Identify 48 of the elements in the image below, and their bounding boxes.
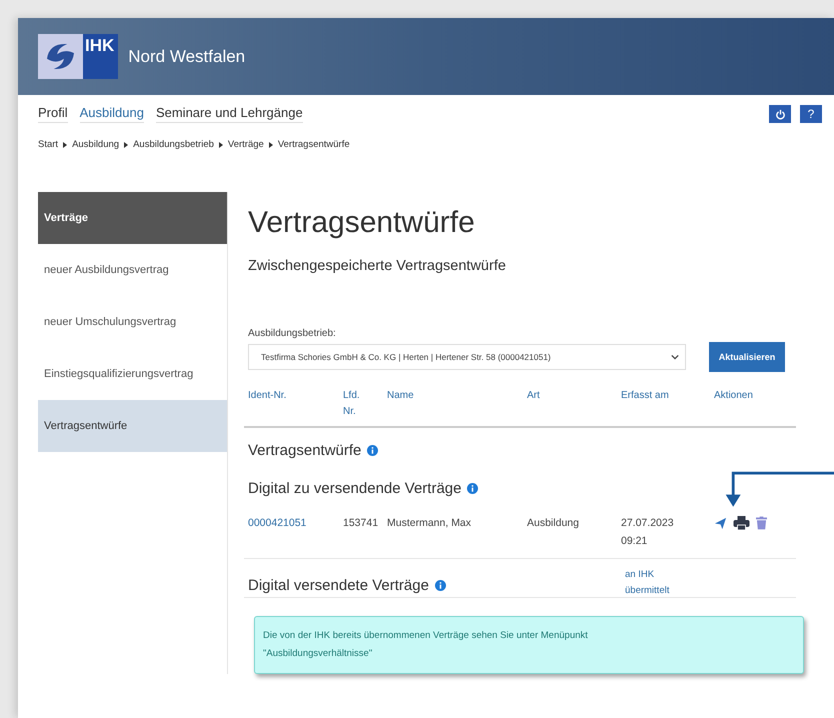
help-button[interactable]: ? xyxy=(800,105,822,123)
info-notice: Die von der IHK bereits übernommenen Verträge sehen Sie unter Menüpunkt "Ausbildungsverhältnisse" xyxy=(254,616,804,674)
info-icon[interactable] xyxy=(467,482,478,494)
ident-link[interactable]: 0000421051 xyxy=(248,514,343,532)
caret-icon xyxy=(218,142,223,148)
field-label: Ausbildungsbetrieb: xyxy=(248,328,337,339)
info-icon[interactable] xyxy=(367,444,378,456)
info-icon[interactable] xyxy=(434,580,446,590)
logo-text: IHK xyxy=(83,34,118,79)
column-header: Name xyxy=(387,389,415,403)
caret-icon xyxy=(268,142,273,148)
company-select[interactable]: Testfirma Schories GmbH & Co. KG | Herten | Hertener Str. 58 (0000421051) xyxy=(248,344,686,370)
breadcrumb-link[interactable]: Verträge xyxy=(228,139,264,150)
nav-tab[interactable]: Profil xyxy=(38,105,68,123)
swirl-logo-icon xyxy=(38,34,83,79)
column-header: Ident-Nr. xyxy=(248,389,288,403)
column-header: Art xyxy=(527,389,541,403)
column-header: Lfd. Nr. xyxy=(343,389,361,419)
section-title: Digital zu versendende Verträge xyxy=(248,480,462,496)
column-header: Erfasst am xyxy=(621,389,670,403)
section-title: Digital versendete Verträge xyxy=(248,576,429,594)
caret-icon xyxy=(124,142,128,148)
breadcrumb-link[interactable]: Ausbildungsbetrieb xyxy=(133,139,214,150)
trash-icon[interactable] xyxy=(756,516,767,530)
table-cell-text: 27.07.2023 09:21 xyxy=(621,516,675,549)
table-cell-text: 153741 xyxy=(343,516,380,531)
chevron-down-icon xyxy=(671,354,679,360)
breadcrumb-link[interactable]: Start xyxy=(38,139,58,150)
column-header: Aktionen xyxy=(714,389,754,403)
page-title: Vertragsentwürfe xyxy=(248,206,476,240)
sidebar-heading: Verträge xyxy=(38,192,227,244)
table-cell-text: Ausbildung xyxy=(527,516,580,531)
page-subtitle: Zwischengespeicherte Vertragsentwürfe xyxy=(248,258,507,274)
nav-tab[interactable]: Seminare und Lehrgänge xyxy=(156,105,303,123)
printer-icon[interactable] xyxy=(733,516,750,530)
nav-tab[interactable]: Ausbildung xyxy=(80,105,144,123)
sidebar-item[interactable]: Vertragsentwürfe xyxy=(38,400,227,452)
caret-icon xyxy=(63,142,68,148)
breadcrumb-link[interactable]: Vertragsentwürfe xyxy=(278,139,350,150)
breadcrumb-link[interactable]: Ausbildung xyxy=(72,139,120,150)
paper-plane-icon[interactable] xyxy=(714,516,727,530)
table-cell-text: Mustermann, Max xyxy=(387,516,472,531)
status-text: an IHK übermittelt xyxy=(625,568,670,598)
brand-title: Nord Westfalen xyxy=(128,46,246,66)
refresh-button[interactable]: Aktualisieren xyxy=(709,342,785,372)
section-title: Vertragsentwürfe xyxy=(248,442,362,458)
power-icon xyxy=(774,108,786,120)
power-button[interactable] xyxy=(769,105,791,123)
